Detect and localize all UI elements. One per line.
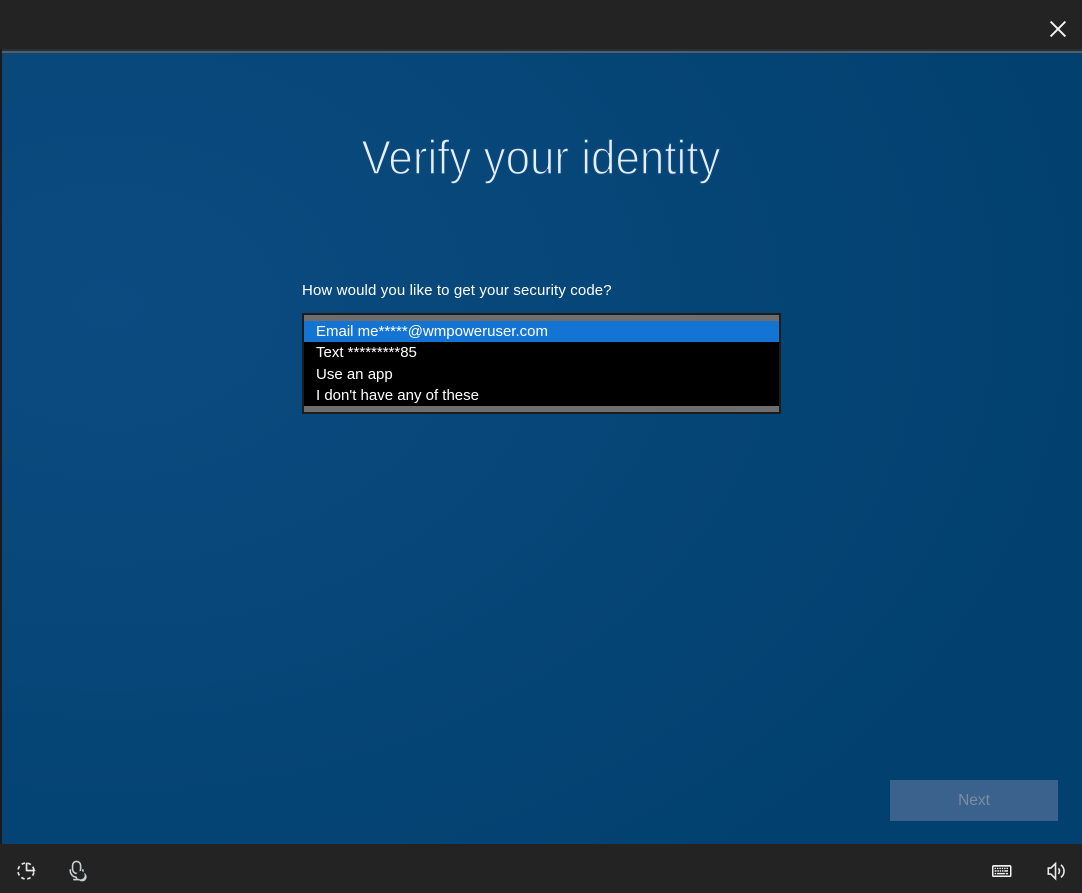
svg-text:Verify your identity: Verify your identity xyxy=(362,132,721,185)
